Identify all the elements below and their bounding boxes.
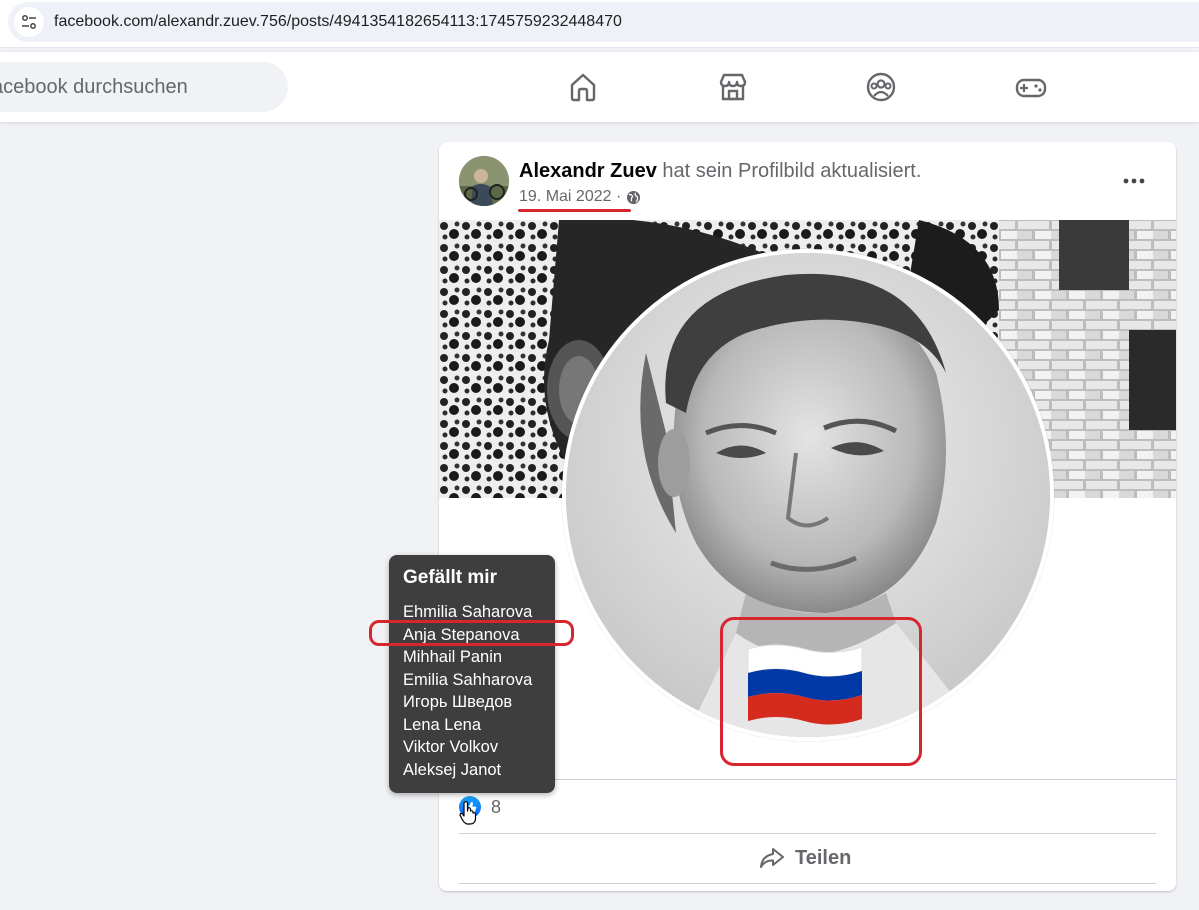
address-bar[interactable]: facebook.com/alexandr.zuev.756/posts/494… [8, 2, 1199, 42]
post-header: Alexandr Zuev hat sein Profilbild aktual… [519, 160, 921, 183]
tooltip-name: Emilia Sahharova [403, 670, 533, 689]
facebook-header [0, 52, 1199, 122]
post-date[interactable]: 19. Mai 2022 [519, 188, 612, 206]
date-annotation-underline [518, 209, 631, 212]
site-settings-icon[interactable] [14, 7, 44, 37]
tooltip-title: Gefällt mir [403, 567, 497, 588]
tooltip-name: Lena Lena [403, 715, 481, 734]
divider [459, 883, 1156, 884]
hand-cursor-icon [459, 800, 479, 831]
browser-toolbar: facebook.com/alexandr.zuev.756/posts/494… [0, 0, 1199, 48]
url-text[interactable]: facebook.com/alexandr.zuev.756/posts/494… [54, 13, 622, 31]
meta-separator: · [611, 188, 626, 205]
search-box[interactable] [0, 62, 288, 112]
flag-annotation-box [720, 617, 922, 766]
home-icon[interactable] [565, 69, 601, 105]
name-annotation-box [369, 620, 574, 646]
author-avatar[interactable] [459, 156, 509, 206]
tooltip-name: Aleksej Janot [403, 760, 502, 779]
like-count[interactable]: 8 [491, 797, 501, 818]
author-name[interactable]: Alexandr Zuev [519, 160, 657, 182]
share-label: Teilen [795, 846, 852, 869]
gaming-icon[interactable] [1013, 69, 1049, 105]
tooltip-name: Mihhail Panin [403, 648, 503, 666]
share-icon [760, 848, 784, 868]
marketplace-icon[interactable] [715, 69, 751, 105]
share-button[interactable]: Teilen [759, 846, 851, 870]
tooltip-name: Игорь Шведов [403, 693, 513, 711]
search-input[interactable] [0, 75, 272, 99]
post-action-text: hat sein Profilbild aktualisiert. [656, 160, 922, 182]
globe-icon [626, 190, 641, 205]
more-options-button[interactable] [1117, 164, 1151, 198]
tooltip-name: Viktor Volkov [403, 738, 499, 756]
divider [459, 833, 1156, 834]
groups-icon[interactable] [863, 69, 899, 105]
divider [459, 779, 1176, 780]
post-meta: 19. Mai 2022 · [519, 188, 641, 206]
likes-tooltip: Gefällt mir Ehmilia Saharova Anja Stepan… [389, 555, 555, 793]
